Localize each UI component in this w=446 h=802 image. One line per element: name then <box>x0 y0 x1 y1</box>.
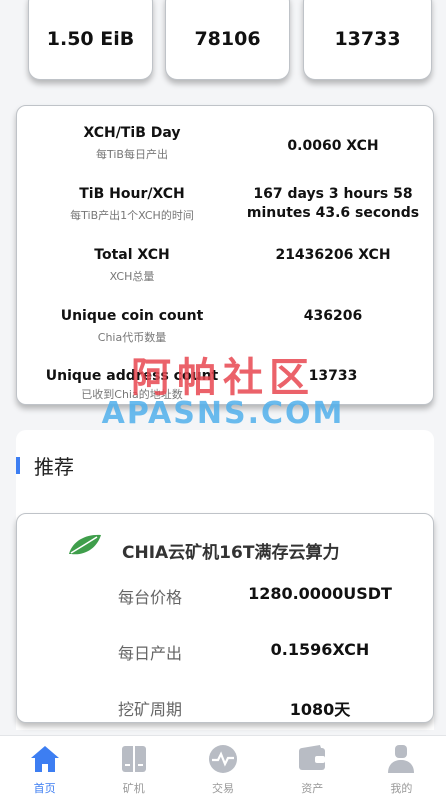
nav-label: 我的 <box>390 782 413 795</box>
nav-item-trade[interactable]: 交易 <box>178 736 267 802</box>
product-row: 每台价格 1280.0000USDT <box>17 584 433 608</box>
product-row-label: 每台价格 <box>117 588 182 607</box>
metric-value: 0.0060 XCH <box>287 138 379 154</box>
metric-label: XCH/TiB Day 每TiB每日产出 <box>27 124 237 162</box>
metric-title: Total XCH <box>94 247 170 263</box>
user-icon <box>385 744 417 774</box>
nav-label: 矿机 <box>122 782 145 795</box>
metric-title: TiB Hour/XCH <box>79 186 185 202</box>
stat-value: 78106 <box>194 28 261 50</box>
product-row-value: 1280.0000USDT <box>248 584 392 603</box>
metric-row: Unique coin count Chia代币数量 436206 <box>17 307 433 357</box>
product-card[interactable]: CHIA云矿机16T满存云算力 每台价格 1280.0000USDT 每日产出 … <box>16 513 434 723</box>
metric-label: Unique coin count Chia代币数量 <box>27 307 237 345</box>
metric-subtitle: Chia代币数量 <box>97 331 167 344</box>
bottom-nav: 首页 矿机 交易 资产 我的 <box>0 735 446 802</box>
metric-row: Unique address count 已收到Chia的地址数 13733 <box>17 367 433 417</box>
metric-row: Total XCH XCH总量 21436206 XCH <box>17 246 433 296</box>
section-title: 推荐 <box>34 454 74 479</box>
metric-subtitle: 每TiB每日产出 <box>96 148 168 161</box>
stat-value: 13733 <box>334 28 401 50</box>
metric-subtitle: XCH总量 <box>109 270 155 283</box>
nav-item-miner[interactable]: 矿机 <box>89 736 178 802</box>
metric-title: Unique address count <box>45 368 219 384</box>
metric-title: XCH/TiB Day <box>83 125 181 141</box>
home-icon <box>29 744 61 774</box>
stat-value: 1.50 EiB <box>46 28 135 50</box>
metric-row: XCH/TiB Day 每TiB每日产出 0.0060 XCH <box>17 124 433 174</box>
stat-card-space: 1.50 EiB <box>28 0 153 80</box>
metric-value: 13733 <box>308 368 358 384</box>
metric-row: TiB Hour/XCH 每TiB产出1个XCH的时间 167 days 3 h… <box>17 185 433 235</box>
wallet-icon <box>296 744 328 774</box>
metrics-panel: XCH/TiB Day 每TiB每日产出 0.0060 XCH TiB Hour… <box>16 105 434 405</box>
metric-subtitle: 每TiB产出1个XCH的时间 <box>70 209 194 222</box>
product-name: CHIA云矿机16T满存云算力 <box>122 543 340 563</box>
trade-icon <box>207 744 239 774</box>
metric-value: 21436206 XCH <box>275 247 391 263</box>
product-row-label: 挖矿周期 <box>117 700 182 719</box>
nav-item-home[interactable]: 首页 <box>0 736 89 802</box>
miner-icon <box>118 744 150 774</box>
product-row: 挖矿周期 1080天 <box>17 696 433 720</box>
product-row-label: 每日产出 <box>117 644 182 663</box>
nav-label: 资产 <box>301 782 324 795</box>
nav-item-wallet[interactable]: 资产 <box>268 736 357 802</box>
metric-title: Unique coin count <box>60 308 204 324</box>
metric-value: 436206 <box>303 308 363 324</box>
leaf-icon <box>67 532 103 562</box>
nav-item-profile[interactable]: 我的 <box>357 736 446 802</box>
stat-card-count-a: 78106 <box>165 0 290 80</box>
section-accent-bar <box>16 456 20 474</box>
metric-label: TiB Hour/XCH 每TiB产出1个XCH的时间 <box>27 185 237 223</box>
product-row: 每日产出 0.1596XCH <box>17 640 433 664</box>
product-row-value: 1080天 <box>289 700 351 719</box>
metric-label: Total XCH XCH总量 <box>27 246 237 284</box>
metric-value: 167 days 3 hours 58 minutes 43.6 seconds <box>246 186 420 221</box>
product-row-value: 0.1596XCH <box>270 640 370 659</box>
nav-label: 交易 <box>212 782 234 795</box>
metric-subtitle: 已收到Chia的地址数 <box>81 388 183 401</box>
nav-label: 首页 <box>33 782 56 795</box>
metric-label: Unique address count 已收到Chia的地址数 <box>27 367 237 402</box>
section-header: 推荐 <box>16 452 74 479</box>
stat-card-count-b: 13733 <box>303 0 432 80</box>
